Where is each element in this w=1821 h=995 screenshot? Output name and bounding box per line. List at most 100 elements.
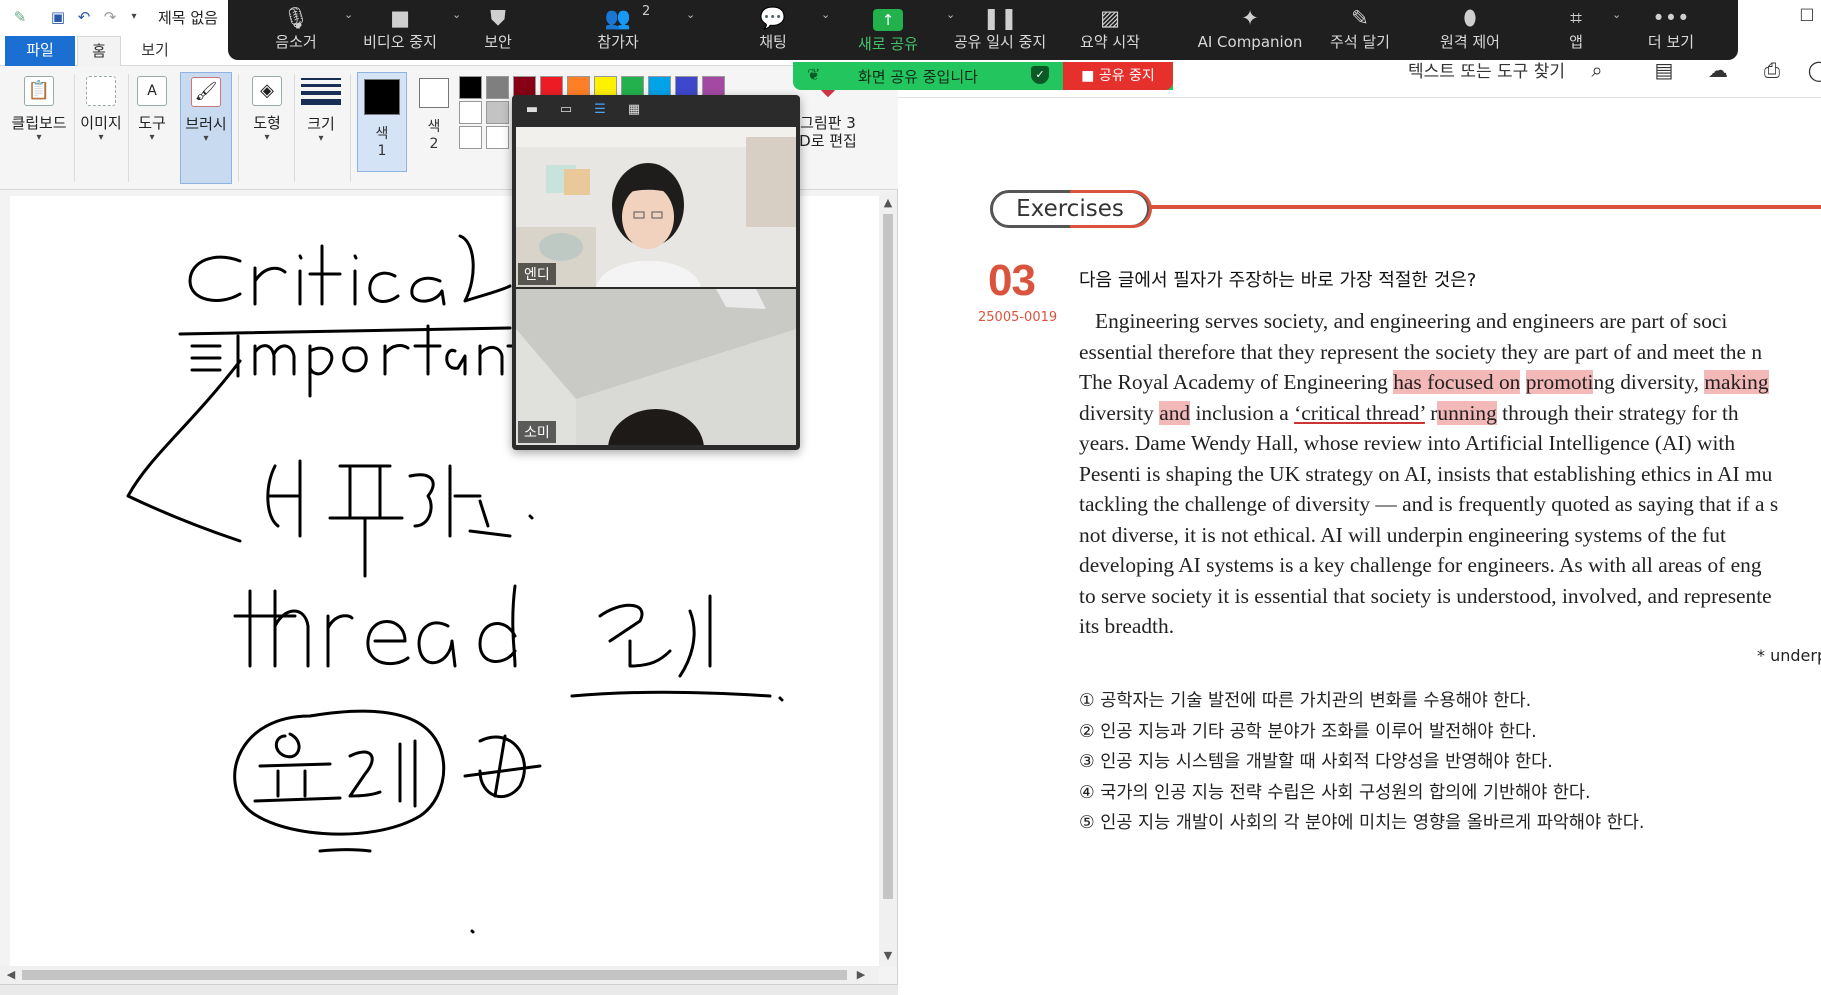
- ai-companion-button[interactable]: ✦ AI Companion: [1190, 0, 1310, 60]
- chevron-down-icon: ▾: [149, 132, 155, 143]
- palette-swatch[interactable]: [486, 126, 509, 149]
- stop-video-button[interactable]: ■ 비디오 중지 ⌄: [352, 0, 461, 60]
- apps-button[interactable]: ⌗ 앱 ⌄: [1546, 0, 1621, 60]
- security-button[interactable]: ⛊ 보안: [468, 0, 528, 60]
- summary-button[interactable]: ▨ 요약 시작: [1070, 0, 1150, 60]
- color2-label: 색: [427, 119, 441, 135]
- chevron-down-icon[interactable]: ⌄: [821, 8, 830, 21]
- color2-button[interactable]: 색 2: [409, 72, 459, 172]
- highlighted-text: promoti: [1525, 370, 1594, 394]
- save-icon[interactable]: ▣: [48, 8, 68, 26]
- passage-text: through their strategy for th: [1496, 400, 1739, 425]
- shapes-group[interactable]: ◈ 도형 ▾: [244, 72, 290, 184]
- shapes-icon: ◈: [252, 76, 282, 106]
- highlighted-text: making: [1704, 370, 1769, 394]
- passage-line: tackling the challenge of diversity — an…: [1079, 492, 1779, 516]
- shield-icon: ⛊: [490, 6, 506, 30]
- more-label: 더 보기: [1647, 33, 1695, 51]
- palette-swatch[interactable]: [459, 76, 482, 99]
- tab-view[interactable]: 보기: [130, 36, 180, 66]
- size-label: 크기: [307, 115, 335, 133]
- clipboard-group[interactable]: 📋 클립보드 ▾: [8, 72, 70, 184]
- sparkle-icon: ✦: [1241, 6, 1259, 30]
- chevron-down-icon: ▾: [318, 133, 324, 144]
- brushes-label: 브러시: [185, 115, 227, 133]
- size-group[interactable]: 크기 ▾: [298, 72, 344, 184]
- question-number: 03: [988, 256, 1036, 305]
- palette-swatch[interactable]: [459, 126, 482, 149]
- redo-icon[interactable]: ↷: [100, 8, 120, 26]
- video-panel[interactable]: ▬ ▭ ☰ ▦ 엔디 소미: [512, 95, 800, 450]
- tab-home[interactable]: 홈: [77, 36, 121, 66]
- scroll-down-icon[interactable]: ▼: [879, 947, 897, 965]
- select-icon: [86, 76, 116, 106]
- mouse-icon: ⬮: [1463, 6, 1477, 30]
- video-tile[interactable]: 소미: [516, 289, 796, 445]
- ribbon-divider: [128, 74, 129, 182]
- scroll-right-icon[interactable]: ▶: [852, 966, 870, 984]
- chevron-down-icon[interactable]: ⌄: [452, 8, 461, 21]
- palette-swatch[interactable]: [459, 101, 482, 124]
- pause-share-button[interactable]: ❚❚ 공유 일시 중지: [940, 0, 1060, 60]
- upload-cloud-icon[interactable]: ☁: [1704, 56, 1732, 84]
- footnote: * underp: [1757, 646, 1821, 665]
- passage-line: not diverse, it is not ethical. AI will …: [1079, 522, 1726, 547]
- tab-file[interactable]: 파일: [5, 36, 75, 66]
- passage-line: to serve society it is essential that so…: [1079, 583, 1772, 608]
- mute-button[interactable]: 🎙 음소거 ⌄: [256, 0, 353, 60]
- chevron-down-icon: ▾: [203, 133, 209, 144]
- participants-button[interactable]: 👥 참가자 2 ⌄: [578, 0, 695, 60]
- video-camera-icon: ■: [390, 6, 410, 30]
- print-icon[interactable]: ⎙: [1758, 56, 1786, 84]
- customize-qat-icon[interactable]: ▾: [124, 8, 144, 26]
- scroll-left-icon[interactable]: ◀: [2, 966, 20, 984]
- chevron-down-icon[interactable]: ⌄: [686, 8, 695, 21]
- participant-name: 엔디: [518, 263, 556, 285]
- color1-button[interactable]: 색 1: [357, 72, 407, 172]
- gallery-view-icon[interactable]: ▦: [624, 101, 644, 119]
- vertical-scrollbar[interactable]: ▲ ▼: [879, 192, 897, 967]
- answer-choice: ③ 인공 지능 시스템을 개발할 때 사회적 다양성을 반영해야 한다.: [1079, 752, 1553, 772]
- scroll-up-icon[interactable]: ▲: [879, 194, 897, 212]
- palette-swatch[interactable]: [486, 76, 509, 99]
- passage-text: [1520, 370, 1525, 394]
- tools-icon: A: [137, 76, 167, 106]
- minimize-icon[interactable]: ▬: [522, 101, 542, 119]
- question-code: 25005-0019: [978, 310, 1058, 325]
- vertical-scroll-thumb[interactable]: [883, 214, 893, 899]
- underlined-text: ‘critical thread’: [1294, 400, 1425, 425]
- stop-share-button[interactable]: ■ 공유 중지: [1063, 62, 1173, 90]
- image-label: 이미지: [80, 114, 122, 132]
- video-tile[interactable]: 엔디: [516, 127, 796, 287]
- participants-count: 2: [642, 4, 651, 19]
- save-icon[interactable]: ▤: [1650, 56, 1678, 84]
- color1-number: 1: [377, 143, 387, 159]
- pause-icon: ❚❚: [982, 6, 1018, 30]
- strip-view-icon[interactable]: ☰: [590, 101, 610, 119]
- tools-group[interactable]: A 도구 ▾: [132, 72, 172, 184]
- highlighted-text: has focused on: [1393, 370, 1521, 394]
- passage-line: The Royal Academy of Engineering has foc…: [1079, 367, 1821, 398]
- horizontal-scroll-thumb[interactable]: [22, 970, 847, 980]
- chevron-down-icon[interactable]: ⌄: [1612, 8, 1621, 21]
- remote-control-button[interactable]: ⬮ 원격 제어: [1430, 0, 1510, 60]
- paint-app-icon: ✎: [13, 8, 27, 26]
- new-share-button[interactable]: ↑ 새로 공유 ⌄: [848, 0, 955, 60]
- image-group[interactable]: 이미지 ▾: [78, 72, 124, 184]
- account-icon[interactable]: ◯: [1805, 56, 1821, 84]
- search-icon[interactable]: ⌕: [1583, 56, 1611, 84]
- stop-share-label: 공유 중지: [1098, 68, 1155, 84]
- pdf-search-box[interactable]: 텍스트 또는 도구 찾기: [1408, 57, 1565, 82]
- speaker-view-icon[interactable]: ▭: [556, 101, 576, 119]
- maximize-icon[interactable]: ☐: [1795, 6, 1819, 30]
- more-button[interactable]: ••• 더 보기: [1636, 0, 1706, 60]
- undo-icon[interactable]: ↶: [74, 8, 94, 26]
- horizontal-scrollbar[interactable]: ◀ ▶: [0, 966, 879, 984]
- annotate-button[interactable]: ✎ 주석 달기: [1320, 0, 1400, 60]
- ribbon-divider: [294, 74, 295, 182]
- brushes-group[interactable]: 🖌 브러시 ▾: [180, 72, 232, 184]
- participant-video: [516, 127, 796, 287]
- chat-button[interactable]: 💬 채팅 ⌄: [743, 0, 830, 60]
- palette-swatch[interactable]: [486, 101, 509, 124]
- shapes-label: 도형: [253, 114, 281, 132]
